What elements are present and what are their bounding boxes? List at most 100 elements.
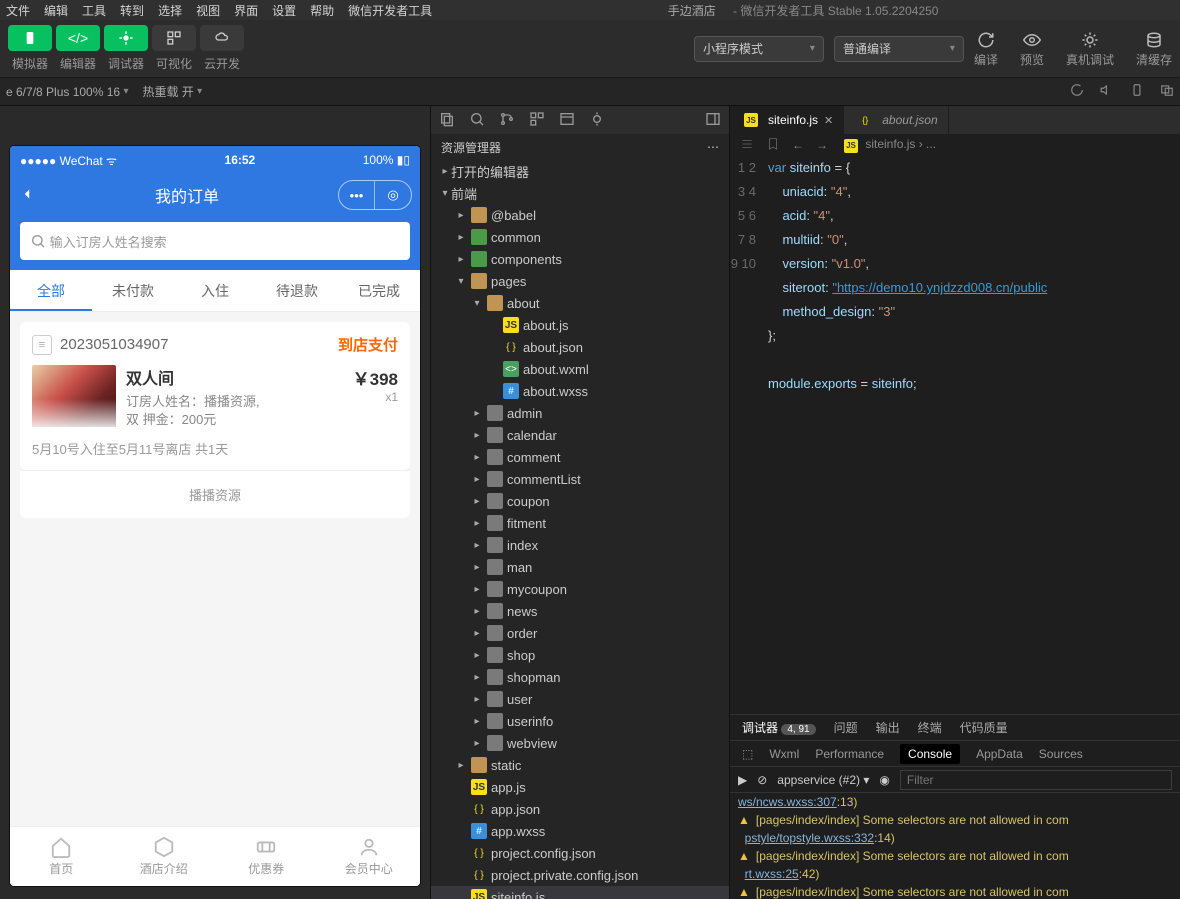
back-button[interactable]	[18, 185, 36, 206]
tree-ppriv[interactable]: { }project.private.config.json	[431, 864, 729, 886]
tree-index[interactable]: ▸index	[431, 534, 729, 556]
menu-file[interactable]: 文件	[6, 2, 30, 19]
tree-comment[interactable]: ▸comment	[431, 446, 729, 468]
tree-fitment[interactable]: ▸fitment	[431, 512, 729, 534]
search-icon[interactable]	[469, 111, 485, 130]
tree-aboutwxml[interactable]: <>about.wxml	[431, 358, 729, 380]
visual-button[interactable]	[152, 25, 196, 51]
tree-about[interactable]: ▾about	[431, 292, 729, 314]
dt-sub-wxml[interactable]: Wxml	[769, 747, 799, 761]
multi-file-icon[interactable]	[439, 111, 455, 130]
dt-sub-sources[interactable]: Sources	[1039, 747, 1083, 761]
tab-all[interactable]: 全部	[10, 270, 92, 311]
dt-tab-output[interactable]: 输出	[876, 719, 900, 736]
menu-interface[interactable]: 界面	[234, 2, 258, 19]
bookmark-icon[interactable]	[766, 137, 780, 154]
explorer-more-icon[interactable]: ⋯	[707, 140, 719, 154]
layout-toggle-icon[interactable]	[705, 111, 721, 130]
compile-mode-select[interactable]: 普通编译▾	[834, 36, 964, 62]
menu-edit[interactable]: 编辑	[44, 2, 68, 19]
mute-icon[interactable]	[1100, 83, 1114, 100]
tree-aboutwxss[interactable]: #about.wxss	[431, 380, 729, 402]
close-icon[interactable]: ✕	[824, 114, 833, 127]
menu-wechat[interactable]: 微信开发者工具	[348, 2, 432, 19]
capsule-close-button[interactable]: ◎	[375, 181, 411, 209]
tree-man[interactable]: ▸man	[431, 556, 729, 578]
dt-tab-quality[interactable]: 代码质量	[960, 719, 1008, 736]
tree-mycoupon[interactable]: ▸mycoupon	[431, 578, 729, 600]
list-icon[interactable]	[740, 137, 754, 154]
tree-open-editors[interactable]: ▸打开的编辑器	[431, 160, 729, 182]
simulator-button[interactable]	[8, 25, 52, 51]
tree-commentList[interactable]: ▸commentList	[431, 468, 729, 490]
tab-unpaid[interactable]: 未付款	[92, 270, 174, 311]
nav-fwd-icon[interactable]: →	[816, 138, 828, 152]
tab-siteinfo[interactable]: JSsiteinfo.js✕	[730, 106, 844, 134]
tree-root[interactable]: ▾前端	[431, 182, 729, 204]
tree-news[interactable]: ▸news	[431, 600, 729, 622]
nav-home[interactable]: 首页	[10, 827, 113, 886]
tab-refund[interactable]: 待退款	[256, 270, 338, 311]
code-area[interactable]: 1 2 3 4 5 6 7 8 9 10 var siteinfo = { un…	[730, 156, 1180, 714]
dt-sub-console[interactable]: Console	[900, 744, 960, 764]
tree-aboutjson[interactable]: { }about.json	[431, 336, 729, 358]
inspect-icon[interactable]: ⬚	[742, 747, 753, 761]
tree-webview[interactable]: ▸webview	[431, 732, 729, 754]
menu-settings[interactable]: 设置	[272, 2, 296, 19]
panel-icon[interactable]	[559, 111, 575, 130]
tree-pages[interactable]: ▾pages	[431, 270, 729, 292]
nav-coupon[interactable]: 优惠券	[215, 827, 318, 886]
git-icon[interactable]	[499, 111, 515, 130]
tree-siteinfo[interactable]: JSsiteinfo.js	[431, 886, 729, 899]
tab-checkedin[interactable]: 入住	[174, 270, 256, 311]
dt-tab-terminal[interactable]: 终端	[918, 719, 942, 736]
capsule-menu-button[interactable]: •••	[339, 181, 375, 209]
extensions-icon[interactable]	[529, 111, 545, 130]
menu-help[interactable]: 帮助	[310, 2, 334, 19]
tab-done[interactable]: 已完成	[338, 270, 420, 311]
editor-button[interactable]: </>	[56, 25, 100, 51]
nav-back-icon[interactable]: ←	[792, 138, 804, 152]
debugger-button[interactable]	[104, 25, 148, 51]
eye-icon[interactable]: ◉	[879, 773, 889, 787]
cloud-button[interactable]	[200, 25, 244, 51]
dt-tab-debugger[interactable]: 调试器 4, 91	[742, 719, 816, 736]
tree-appwxss[interactable]: #app.wxss	[431, 820, 729, 842]
dt-sub-perf[interactable]: Performance	[815, 747, 884, 761]
menu-select[interactable]: 选择	[158, 2, 182, 19]
tree-order[interactable]: ▸order	[431, 622, 729, 644]
menu-goto[interactable]: 转到	[120, 2, 144, 19]
console-log[interactable]: ws/ncws.wxss:307:13) ▲[pages/index/index…	[730, 793, 1180, 899]
remote-debug-action[interactable]: 真机调试	[1066, 29, 1114, 68]
nav-about[interactable]: 酒店介绍	[113, 827, 216, 886]
tree-admin[interactable]: ▸admin	[431, 402, 729, 424]
tree-aboutjs[interactable]: JSabout.js	[431, 314, 729, 336]
play-icon[interactable]: ▶	[738, 773, 747, 787]
tree-components[interactable]: ▸components	[431, 248, 729, 270]
clear-console-icon[interactable]: ⊘	[757, 773, 767, 787]
mode-select[interactable]: 小程序模式▾	[694, 36, 824, 62]
tree-user[interactable]: ▸user	[431, 688, 729, 710]
tree-common[interactable]: ▸common	[431, 226, 729, 248]
context-selector[interactable]: appservice (#2) ▾	[777, 773, 869, 787]
dt-tab-problems[interactable]: 问题	[834, 719, 858, 736]
dt-sub-appdata[interactable]: AppData	[976, 747, 1023, 761]
hot-reload-toggle[interactable]: 热重载 开 ▾	[142, 83, 202, 100]
tree-appjs[interactable]: JSapp.js	[431, 776, 729, 798]
tree-userinfo[interactable]: ▸userinfo	[431, 710, 729, 732]
bug-icon[interactable]	[589, 111, 605, 130]
tree-calendar[interactable]: ▸calendar	[431, 424, 729, 446]
tree-babel[interactable]: ▸@babel	[431, 204, 729, 226]
search-input[interactable]: 输入订房人姓名搜索	[20, 222, 410, 260]
tree-coupon[interactable]: ▸coupon	[431, 490, 729, 512]
nav-member[interactable]: 会员中心	[318, 827, 421, 886]
console-filter-input[interactable]	[900, 770, 1172, 790]
menu-tools[interactable]: 工具	[82, 2, 106, 19]
preview-action[interactable]: 预览	[1020, 29, 1044, 68]
detach-icon[interactable]	[1160, 83, 1174, 100]
device-icon[interactable]	[1130, 83, 1144, 100]
device-selector[interactable]: e 6/7/8 Plus 100% 16 ▾	[6, 85, 128, 99]
order-card[interactable]: ≡ 2023051034907 到店支付 双人间 订房人姓名：播播资源, 双 押…	[20, 322, 410, 470]
clear-cache-action[interactable]: 清缓存	[1136, 29, 1172, 68]
tab-aboutjson[interactable]: {}about.json	[844, 106, 948, 134]
